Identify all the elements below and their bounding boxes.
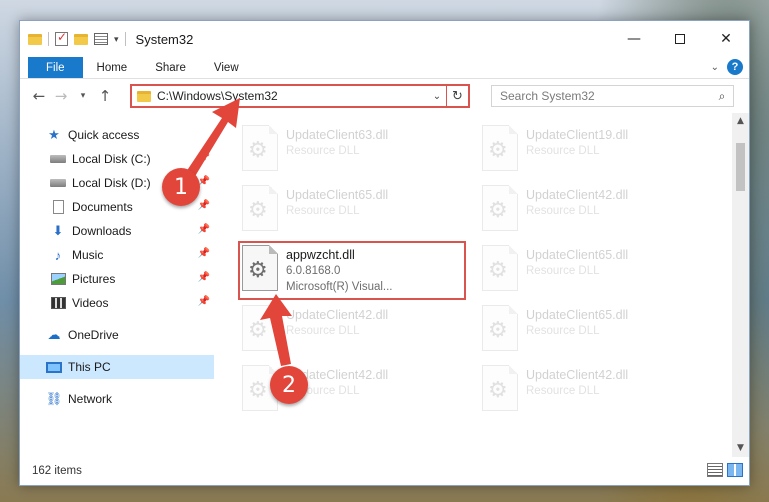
step-2-badge: 2 (270, 366, 308, 404)
step-1-badge: 1 (162, 168, 200, 206)
arrow-2-shape (260, 294, 292, 366)
arrow-1-shape (186, 98, 240, 178)
annotation-arrows (186, 98, 292, 366)
